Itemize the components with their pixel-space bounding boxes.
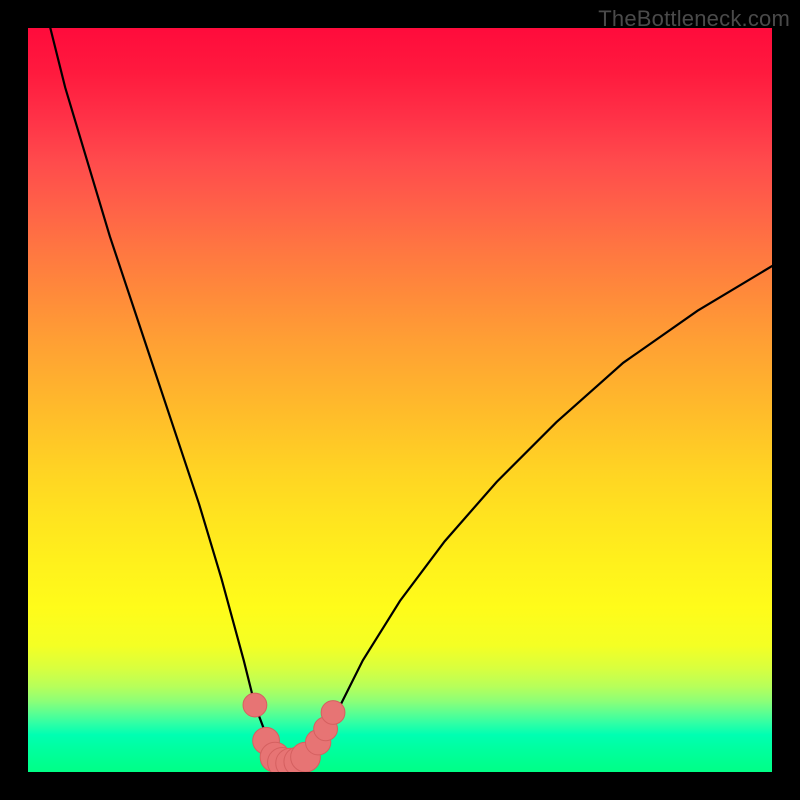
- marker-group: [243, 693, 345, 772]
- curve-layer: [28, 28, 772, 772]
- bottleneck-curve: [50, 28, 772, 763]
- watermark-text: TheBottleneck.com: [598, 6, 790, 32]
- data-marker: [243, 693, 267, 717]
- chart-frame: TheBottleneck.com: [0, 0, 800, 800]
- plot-area: [28, 28, 772, 772]
- data-marker: [321, 701, 345, 725]
